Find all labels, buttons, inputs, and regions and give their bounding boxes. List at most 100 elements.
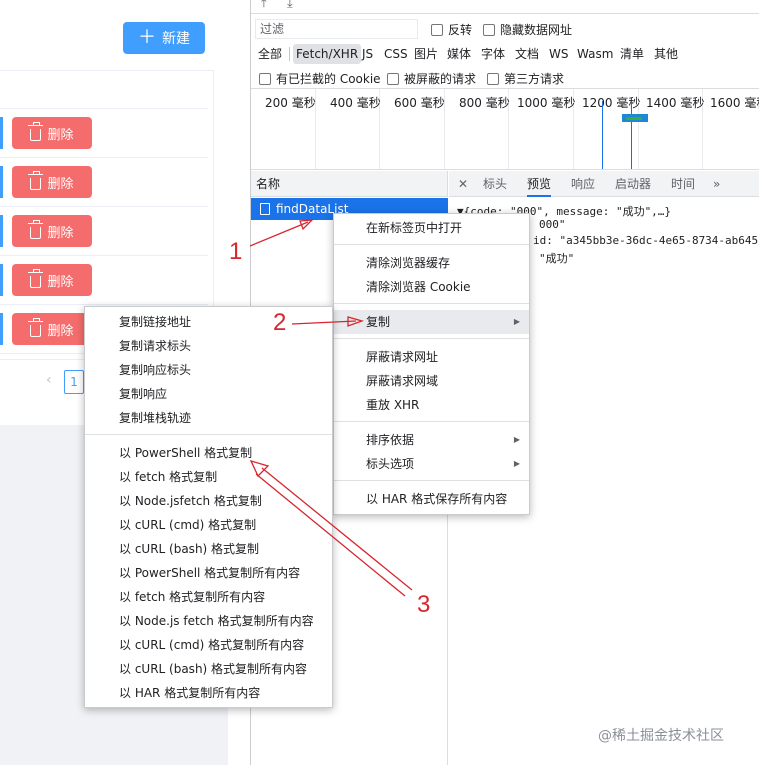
watermark: @稀土掘金技术社区 (598, 728, 724, 744)
menu-block-domain[interactable]: 屏蔽请求网域 (334, 369, 529, 393)
delete-button[interactable]: 删除 (12, 166, 92, 198)
checkbox-box[interactable] (431, 23, 443, 36)
menu-save-har[interactable]: 以 HAR 格式保存所有内容 (334, 487, 529, 511)
type-filter-xhr[interactable]: Fetch/XHR (293, 44, 362, 64)
pager-page-button[interactable]: 1 (64, 370, 84, 394)
menu-separator (85, 434, 332, 435)
menu-separator (334, 244, 529, 245)
third-party-checkbox[interactable]: 第三方请求 (487, 70, 564, 87)
copy-all-as-fetch[interactable]: 以 fetch 格式复制所有内容 (85, 585, 332, 609)
checkbox-box[interactable] (487, 72, 499, 85)
checkbox-box[interactable] (259, 72, 271, 85)
copy-request-headers[interactable]: 复制请求标头 (85, 334, 332, 358)
copy-response-headers[interactable]: 复制响应标头 (85, 358, 332, 382)
tab-response[interactable]: 响应 (571, 171, 595, 197)
edit-button[interactable] (0, 313, 3, 345)
new-button-label: 新建 (162, 31, 190, 47)
context-menu: 在新标签页中打开 清除浏览器缓存 清除浏览器 Cookie 复制 ▶ 屏蔽请求网… (333, 213, 530, 515)
type-filter-manifest[interactable]: 清单 (617, 44, 647, 64)
import-icon[interactable]: ⤒ (261, 0, 267, 11)
copy-response[interactable]: 复制响应 (85, 382, 332, 406)
close-details-icon[interactable]: ✕ (458, 171, 468, 197)
copy-all-as-har[interactable]: 以 HAR 格式复制所有内容 (85, 681, 332, 705)
trash-icon (28, 121, 44, 141)
type-filter-doc[interactable]: 文档 (512, 44, 542, 64)
menu-header-options[interactable]: 标头选项 ▶ (334, 452, 529, 476)
edit-button[interactable] (0, 264, 3, 296)
hide-data-urls-checkbox[interactable]: 隐藏数据网址 (483, 21, 572, 38)
timeline-label: 400 毫秒 (330, 96, 381, 110)
hide-data-urls-label: 隐藏数据网址 (500, 23, 573, 37)
tab-preview[interactable]: 预览 (527, 171, 552, 197)
copy-as-nodejs-fetch[interactable]: 以 Node.jsfetch 格式复制 (85, 489, 332, 513)
preview-line: id: "a345bb3e-36dc-4e65-8734-ab645b (533, 234, 759, 247)
blocked-filter-row: 有已拦截的 Cookie 被屏蔽的请求 第三方请求 (251, 66, 759, 88)
copy-as-fetch[interactable]: 以 fetch 格式复制 (85, 465, 332, 489)
timeline-label: 1600 毫秒 (710, 96, 759, 110)
copy-link-address[interactable]: 复制链接地址 (85, 310, 332, 334)
edit-button[interactable] (0, 117, 3, 149)
blocked-requests-checkbox[interactable]: 被屏蔽的请求 (387, 70, 476, 87)
table-row-divider (0, 108, 208, 109)
type-filter-media[interactable]: 媒体 (444, 44, 474, 64)
pager-prev-icon[interactable]: ‹ (46, 372, 52, 388)
type-filter-font[interactable]: 字体 (478, 44, 508, 64)
type-filter-img[interactable]: 图片 (411, 44, 441, 64)
edit-button[interactable] (0, 215, 3, 247)
copy-all-as-nodejs-fetch[interactable]: 以 Node.js fetch 格式复制所有内容 (85, 609, 332, 633)
edit-button[interactable] (0, 166, 3, 198)
type-filter-other[interactable]: 其他 (651, 44, 681, 64)
menu-separator (334, 480, 529, 481)
menu-clear-cache[interactable]: 清除浏览器缓存 (334, 251, 529, 275)
filter-input[interactable] (255, 19, 418, 39)
copy-all-as-curl-cmd[interactable]: 以 cURL (cmd) 格式复制所有内容 (85, 633, 332, 657)
new-button[interactable]: ＋ 新建 (123, 22, 205, 54)
tab-initiator[interactable]: 启动器 (615, 171, 651, 197)
delete-label: 删除 (47, 323, 74, 339)
copy-all-as-curl-bash[interactable]: 以 cURL (bash) 格式复制所有内容 (85, 657, 332, 681)
blocked-cookies-checkbox[interactable]: 有已拦截的 Cookie (259, 70, 381, 87)
annotation-step-1: 1 (229, 238, 243, 265)
delete-button[interactable]: 删除 (12, 117, 92, 149)
trash-icon (28, 317, 44, 337)
timeline-overview[interactable]: 200 毫秒 400 毫秒 600 毫秒 800 毫秒 1000 毫秒 1200… (251, 88, 759, 170)
tab-headers[interactable]: 标头 (483, 171, 507, 197)
invert-checkbox[interactable]: 反转 (431, 21, 472, 38)
menu-sort-by[interactable]: 排序依据 ▶ (334, 428, 529, 452)
plus-icon: ＋ (138, 27, 156, 48)
menu-clear-cookies[interactable]: 清除浏览器 Cookie (334, 275, 529, 299)
type-filter-css[interactable]: CSS (381, 44, 411, 64)
export-icon[interactable]: ⤓ (287, 0, 293, 11)
filter-row: 反转 隐藏数据网址 (251, 16, 759, 40)
copy-all-as-powershell[interactable]: 以 PowerShell 格式复制所有内容 (85, 561, 332, 585)
checkbox-box[interactable] (387, 72, 399, 85)
delete-label: 删除 (47, 127, 74, 143)
checkbox-box[interactable] (483, 23, 495, 36)
preview-line: 000" (539, 218, 566, 231)
menu-copy[interactable]: 复制 ▶ (334, 310, 529, 334)
copy-as-curl-cmd[interactable]: 以 cURL (cmd) 格式复制 (85, 513, 332, 537)
more-tabs-icon[interactable]: » (713, 171, 720, 197)
menu-block-url[interactable]: 屏蔽请求网址 (334, 345, 529, 369)
preview-line: "成功" (539, 252, 575, 265)
submenu-arrow-icon: ▶ (513, 317, 520, 326)
table-row-divider (0, 304, 208, 305)
delete-button[interactable]: 删除 (12, 313, 92, 345)
delete-button[interactable]: 删除 (12, 215, 92, 247)
copy-as-curl-bash[interactable]: 以 cURL (bash) 格式复制 (85, 537, 332, 561)
delete-button[interactable]: 删除 (12, 264, 92, 296)
copy-stack-trace[interactable]: 复制堆栈轨迹 (85, 406, 332, 430)
menu-copy-label: 复制 (366, 315, 391, 329)
menu-open-new-tab[interactable]: 在新标签页中打开 (334, 216, 529, 240)
type-filter-js[interactable]: JS (359, 44, 376, 64)
name-column-header[interactable]: 名称 (251, 171, 448, 197)
trash-icon (28, 170, 44, 190)
type-filter-wasm[interactable]: Wasm (574, 44, 616, 64)
menu-replay-xhr[interactable]: 重放 XHR (334, 393, 529, 417)
tab-timing[interactable]: 时间 (671, 171, 695, 197)
type-filter-ws[interactable]: WS (546, 44, 571, 64)
resource-type-filter: 全部 Fetch/XHR JS CSS 图片 媒体 字体 文档 WS Wasm … (251, 42, 759, 64)
copy-as-powershell[interactable]: 以 PowerShell 格式复制 (85, 441, 332, 465)
document-icon (260, 203, 270, 215)
type-filter-all[interactable]: 全部 (255, 44, 285, 64)
